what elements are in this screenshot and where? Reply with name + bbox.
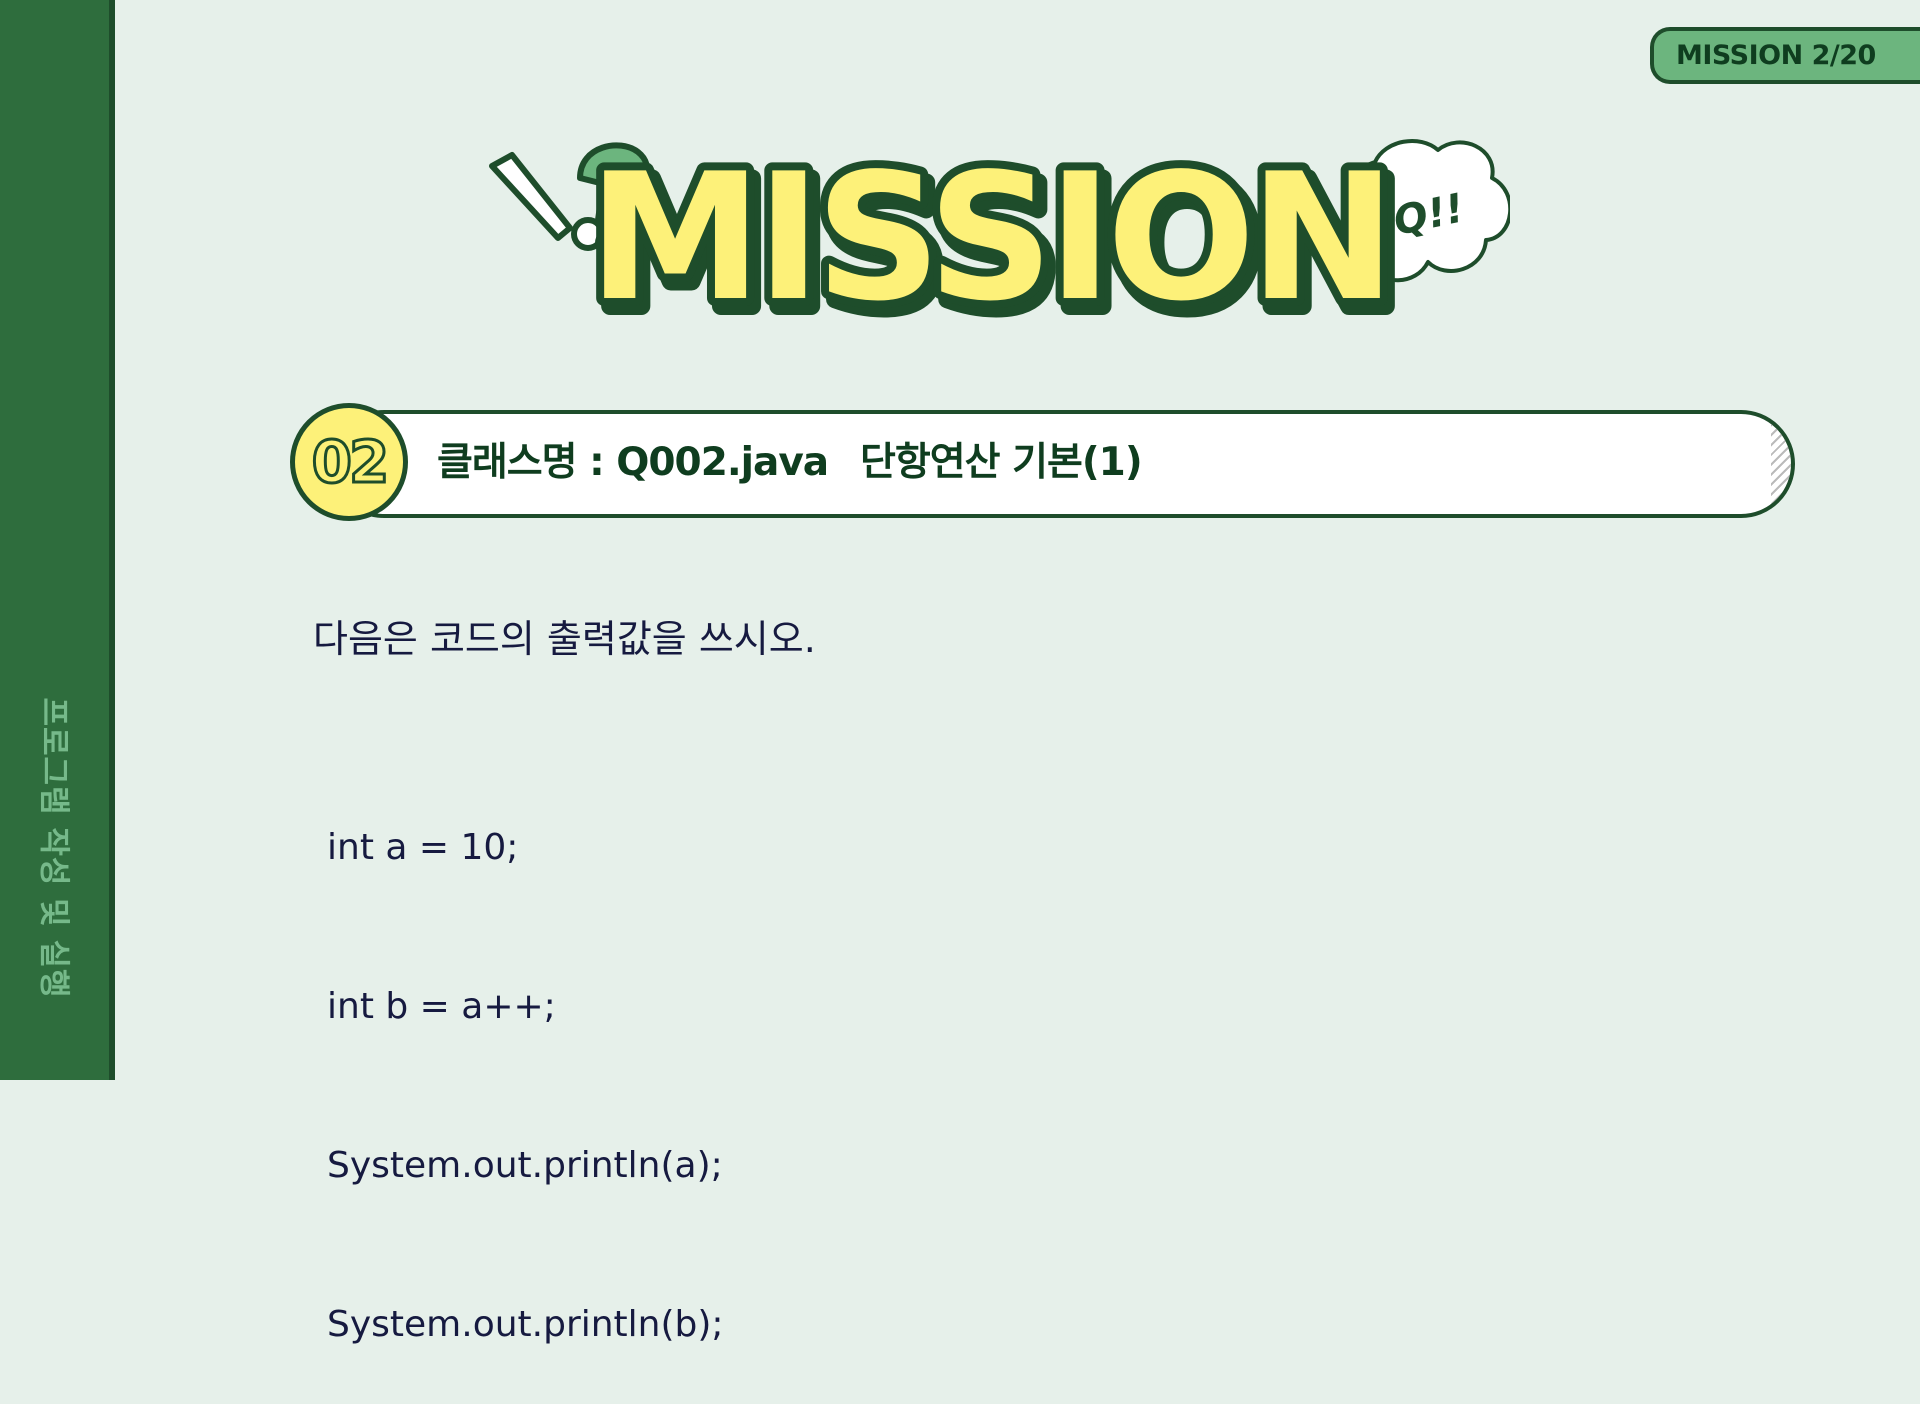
header-stripes	[1771, 414, 1791, 514]
sidebar: 프로그램 작성 및 실행	[0, 0, 115, 1080]
code-block: int a = 10; int b = a++; System.out.prin…	[327, 715, 724, 1404]
class-name-label: 클래스명 : Q002.java	[437, 440, 829, 485]
code-line: System.out.println(a);	[327, 1145, 723, 1186]
question-prompt: 다음은 코드의 출력값을 쓰시오.	[313, 617, 816, 661]
code-line: System.out.println(b);	[327, 1304, 724, 1345]
mission-title-banner: Q!! MISSION MISSION MISSION	[489, 130, 1510, 330]
sidebar-section-label: 프로그램 작성 및 실행	[35, 697, 72, 999]
mission-title: MISSION	[588, 137, 1390, 330]
mission-progress-badge: MISSION 2/20	[1650, 27, 1920, 84]
mission-topic: 단항연산 기본(1)	[860, 440, 1143, 485]
code-line: int b = a++;	[327, 986, 556, 1027]
code-line: int a = 10;	[327, 827, 519, 868]
mission-number: 02	[290, 403, 408, 521]
